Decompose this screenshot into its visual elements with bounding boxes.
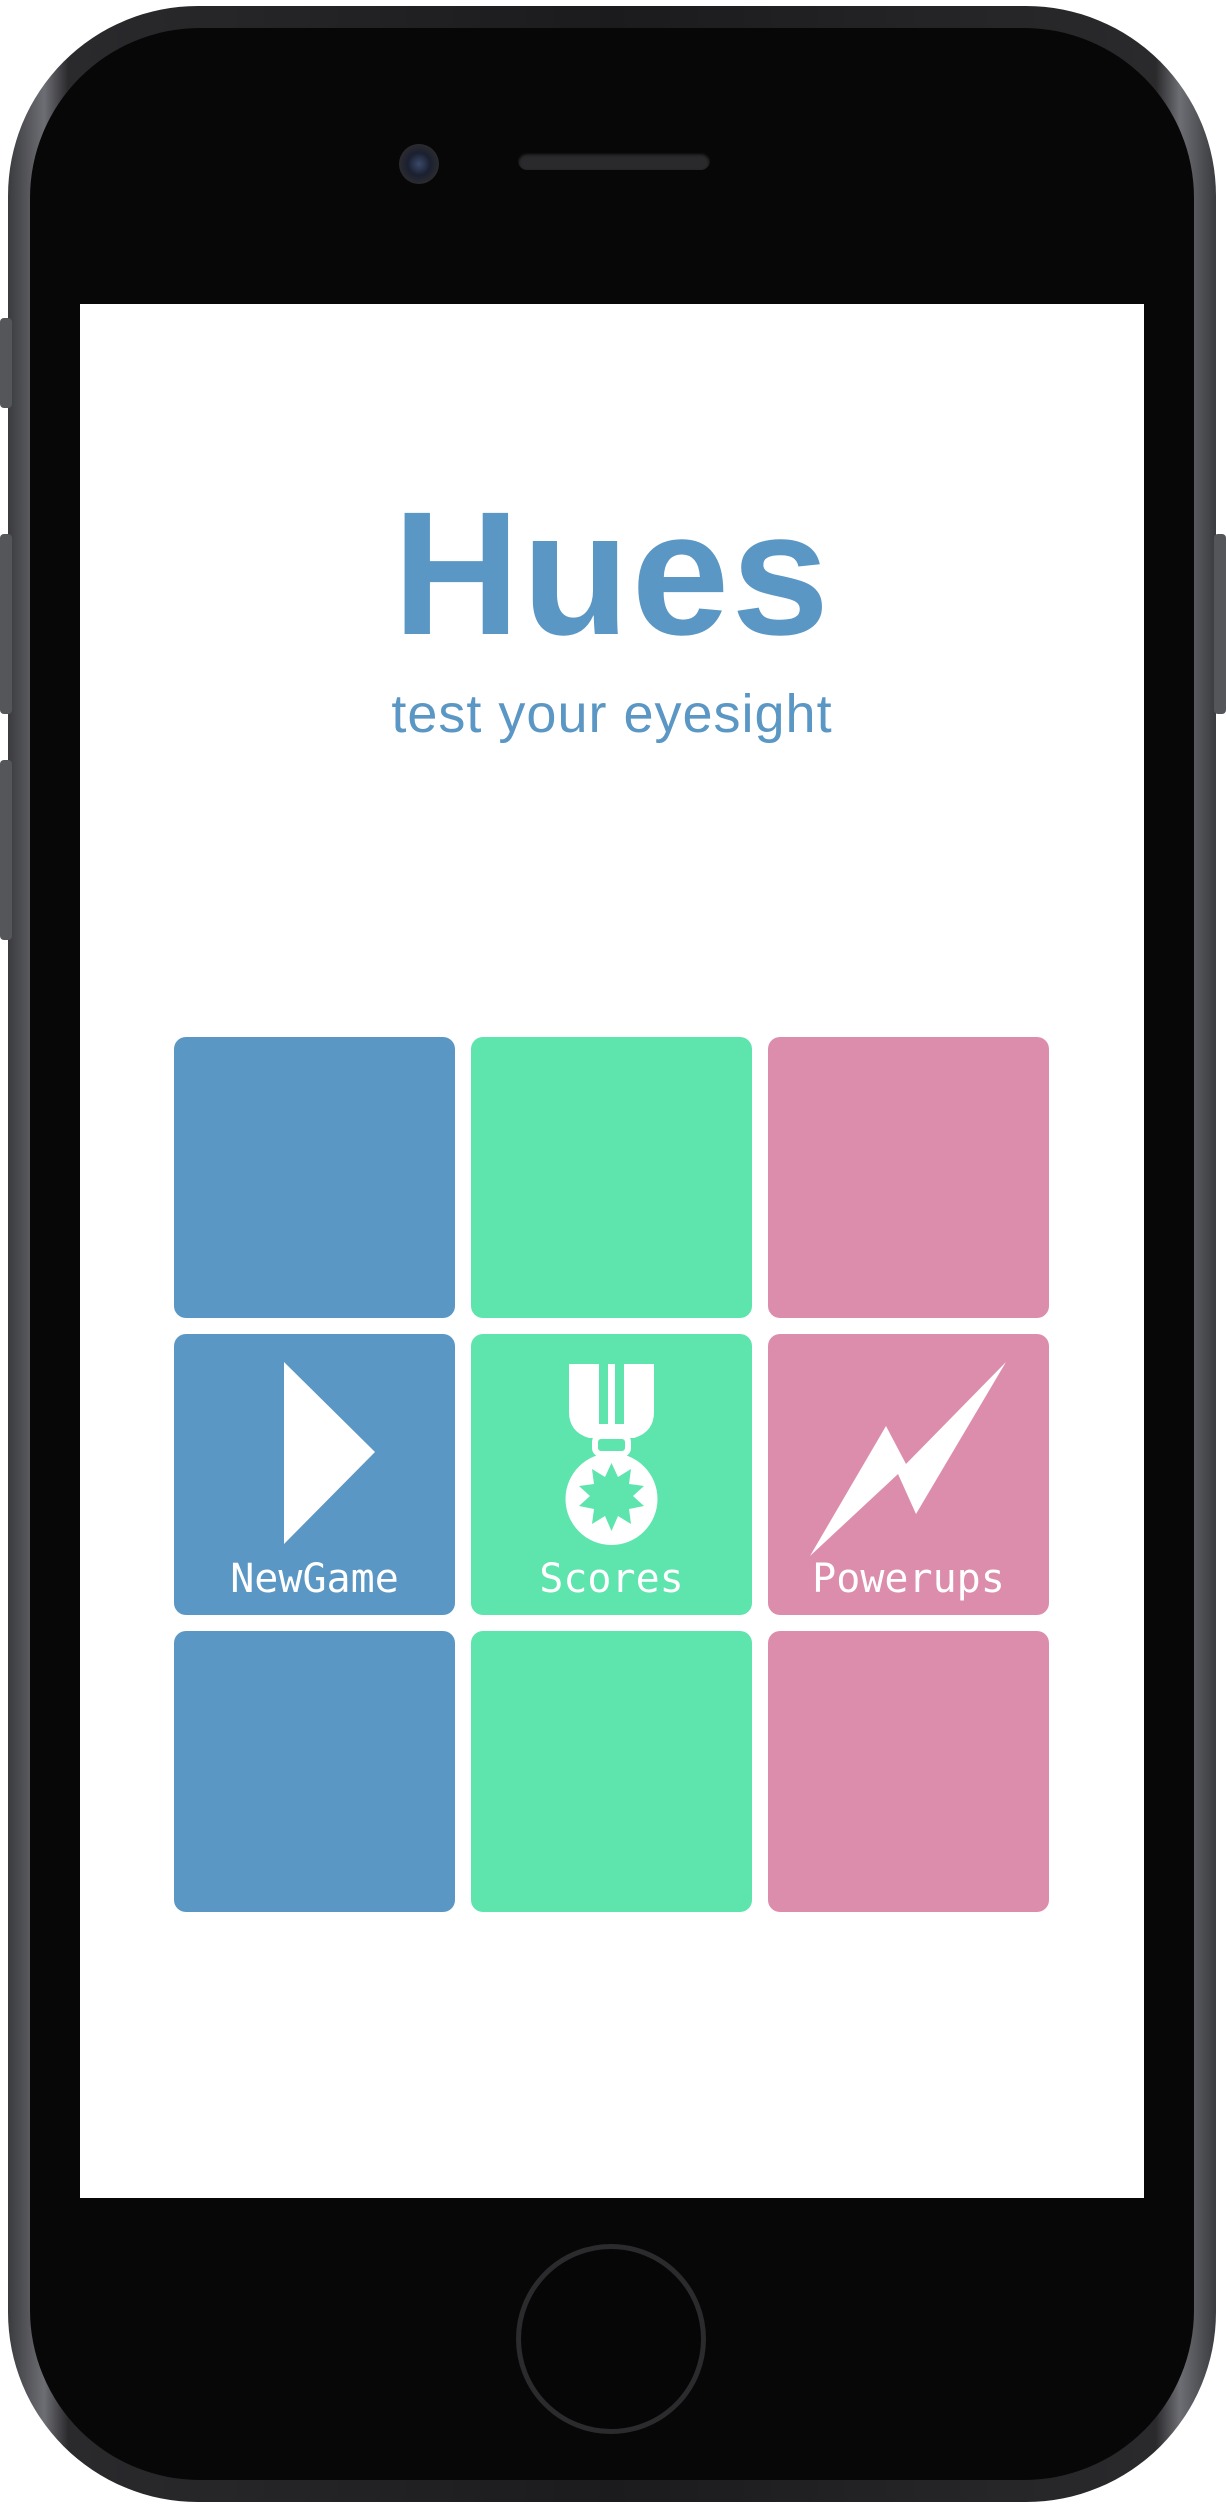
power-button	[1214, 534, 1226, 714]
scores-label: Scores	[539, 1556, 684, 1602]
color-tile	[174, 1037, 455, 1318]
color-tile	[768, 1631, 1049, 1912]
home-button[interactable]	[516, 2244, 706, 2434]
powerups-button[interactable]: Powerups	[768, 1334, 1049, 1615]
volume-down-button	[0, 760, 12, 940]
powerups-label: Powerups	[812, 1556, 1005, 1602]
new-game-label: NewGame	[230, 1556, 399, 1602]
color-tile	[768, 1037, 1049, 1318]
scores-button[interactable]: Scores	[471, 1334, 752, 1615]
app-subtitle: test your eyesight	[391, 684, 833, 744]
menu-grid: NewGame Scores Powerups	[174, 1037, 1050, 1913]
app-screen: Hues test your eyesight NewGame Scores P…	[80, 304, 1144, 2198]
volume-up-button	[0, 534, 12, 714]
mute-switch	[0, 318, 12, 408]
color-tile	[471, 1631, 752, 1912]
app-title: Hues	[392, 476, 832, 672]
color-tile	[174, 1631, 455, 1912]
earpiece-speaker	[518, 152, 710, 170]
color-tile	[471, 1037, 752, 1318]
front-camera	[399, 144, 439, 184]
new-game-button[interactable]: NewGame	[174, 1334, 455, 1615]
